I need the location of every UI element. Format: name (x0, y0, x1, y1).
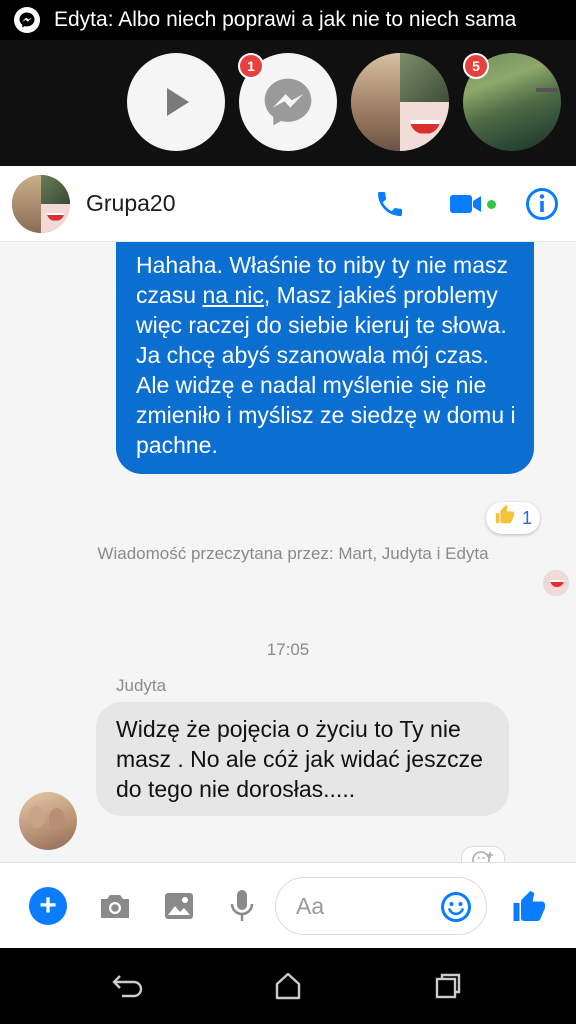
recent-apps-icon[interactable] (432, 970, 464, 1002)
read-receipt-text: Wiadomość przeczytana przez: Mart, Judyt… (97, 544, 489, 563)
sender-name: Judyta (116, 676, 167, 695)
messenger-icon (264, 78, 312, 126)
system-navigation-bar (0, 948, 576, 1024)
minimize-icon[interactable] (536, 88, 558, 92)
message-link-text[interactable]: na nic (202, 282, 263, 308)
emoji-icon[interactable] (440, 891, 472, 923)
like-button[interactable] (510, 886, 550, 926)
gallery-icon[interactable] (159, 886, 199, 926)
microphone-icon[interactable] (222, 886, 262, 926)
group-chat-head[interactable] (351, 53, 449, 151)
online-dot (487, 199, 496, 209)
notification-text: Edyta: Albo niech poprawi a jak nie to n… (54, 8, 517, 31)
sender-avatar[interactable] (19, 792, 77, 850)
plus-icon: + (29, 887, 67, 925)
unread-badge: 1 (238, 53, 264, 79)
conversation-header: Grupa20 (0, 166, 576, 242)
chat-heads-bar: 1 5 (0, 40, 576, 206)
group-avatar[interactable] (12, 174, 70, 233)
back-icon[interactable] (112, 970, 144, 1002)
notification-bar[interactable]: Edyta: Albo niech poprawi a jak nie to n… (0, 0, 576, 40)
message-list[interactable]: Hahaha. Właśnie to niby ty nie masz czas… (0, 242, 576, 862)
add-reaction-icon[interactable] (461, 846, 505, 862)
thumbs-up-icon (513, 891, 545, 921)
info-icon[interactable] (522, 184, 562, 224)
outgoing-message-bubble[interactable]: Hahaha. Właśnie to niby ty nie masz czas… (116, 242, 534, 474)
camera-icon[interactable] (95, 886, 135, 926)
seen-avatar (543, 570, 569, 596)
video-camera-icon[interactable] (446, 184, 496, 224)
message-composer: + Aa (0, 862, 576, 948)
phone-icon[interactable] (370, 184, 410, 224)
conversation-title[interactable]: Grupa20 (86, 190, 370, 217)
reaction-pill[interactable]: 1 (486, 502, 541, 534)
incoming-message-bubble[interactable]: Widzę że pojęcia o życiu to Ty nie masz … (96, 702, 509, 816)
play-chat-head[interactable] (127, 53, 225, 151)
message-input-placeholder: Aa (296, 892, 325, 919)
more-actions-button[interactable]: + (28, 886, 68, 926)
reaction-count: 1 (522, 507, 533, 528)
message-text: Widzę że pojęcia o życiu to Ty nie masz … (116, 716, 483, 802)
unread-badge: 5 (463, 53, 489, 79)
messenger-icon (14, 7, 40, 33)
message-timestamp: 17:05 (266, 640, 310, 659)
message-text: , Masz jakieś problemy więc raczej do si… (136, 282, 516, 458)
play-icon (167, 88, 189, 116)
home-icon[interactable] (272, 970, 304, 1002)
thumbs-up-icon (494, 504, 516, 532)
